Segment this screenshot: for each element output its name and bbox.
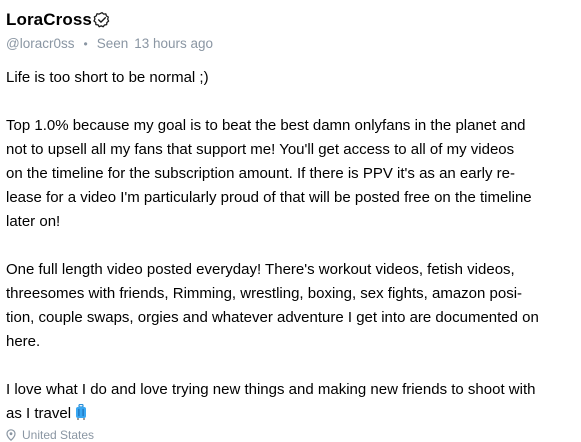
bio-line: not to upsell all my fans that support m… xyxy=(6,141,515,158)
bio-paragraph: I love what I do and love trying new thi… xyxy=(6,378,578,426)
name-row: LoraCross xyxy=(6,9,111,31)
bio-line: on the timeline for the subscription amo… xyxy=(6,165,515,182)
bio-line: I love what I do and love trying new thi… xyxy=(6,381,536,398)
location-row: United States xyxy=(6,428,94,442)
last-seen-time: 13 hours ago xyxy=(134,36,214,51)
bio-line: Life is too short to be normal ;) xyxy=(6,69,209,86)
bio-line: tion, couple swaps, orgies and whatever … xyxy=(6,309,539,326)
verified-badge-icon xyxy=(93,12,110,28)
bio-line: later on! xyxy=(6,213,61,230)
bio-line: One full length video posted everyday! T… xyxy=(6,261,515,278)
bio-line: here. xyxy=(6,333,41,350)
bio-paragraph: One full length video posted everyday! T… xyxy=(6,258,578,354)
location-text: United States xyxy=(22,428,95,442)
last-seen-label: Seen xyxy=(96,36,129,51)
display-name[interactable]: LoraCross xyxy=(6,10,92,30)
meta-separator: • xyxy=(83,36,88,51)
bio-text: Life is too short to be normal ;) Top 1.… xyxy=(6,66,578,426)
bio-paragraph: Top 1.0% because my goal is to beat the … xyxy=(6,114,578,234)
location-pin-icon xyxy=(6,429,16,441)
bio-paragraph: Life is too short to be normal ;) xyxy=(6,66,578,90)
bio-line: lease for a video I'm particularly proud… xyxy=(6,189,532,206)
username: @loracr0ss xyxy=(6,36,75,51)
luggage-icon xyxy=(76,404,87,420)
bio-line: Top 1.0% because my goal is to beat the … xyxy=(6,117,526,134)
bio-line: as I travel xyxy=(6,402,578,426)
bio-line-text: as I travel xyxy=(6,405,72,422)
bio-line: threesomes with friends, Rimming, wrestl… xyxy=(6,285,523,302)
profile-meta: @loracr0ss • Seen 13 hours ago xyxy=(6,36,213,51)
